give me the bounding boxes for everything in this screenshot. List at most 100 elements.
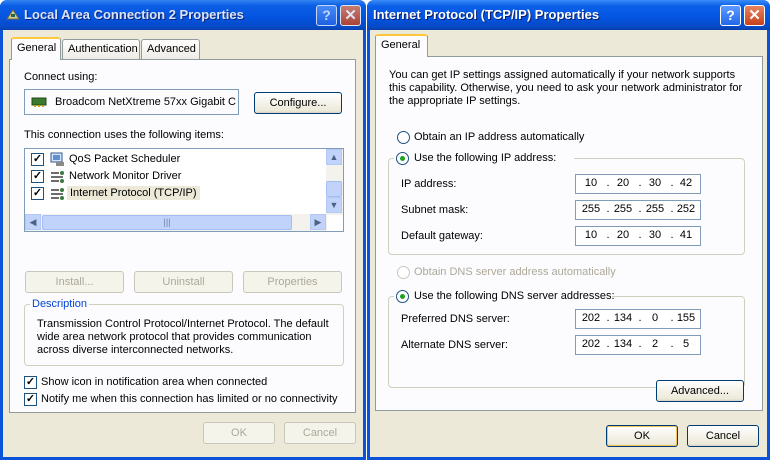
- default-gateway-label: Default gateway:: [401, 230, 483, 242]
- preferred-dns-label: Preferred DNS server:: [401, 313, 510, 325]
- octet-1: 255: [581, 203, 601, 215]
- intro-line: the appropriate IP settings.: [389, 95, 521, 107]
- left-window-title: Local Area Connection 2 Properties: [24, 7, 244, 22]
- use-following-ip-label: Use the following IP address:: [414, 152, 557, 164]
- adapter-field: Broadcom NetXtreme 57xx Gigabit C: [24, 89, 239, 115]
- subnet-mask-input[interactable]: 255. 255. 255. 252: [575, 200, 701, 220]
- octet-3: 30: [648, 229, 662, 241]
- network-connection-icon: [6, 8, 20, 20]
- octet-3: 30: [648, 177, 662, 189]
- octet-2: 255: [613, 203, 633, 215]
- properties-button[interactable]: Properties: [243, 271, 342, 293]
- show-icon-checkbox[interactable]: ✓: [24, 376, 37, 389]
- octet-3: 255: [645, 203, 665, 215]
- right-client-area: General You can get IP settings assigned…: [370, 30, 767, 457]
- obtain-dns-auto-label: Obtain DNS server address automatically: [414, 266, 616, 278]
- alternate-dns-input[interactable]: 202. 134. 2. 5: [575, 335, 701, 355]
- show-icon-label: Show icon in notification area when conn…: [41, 376, 268, 388]
- default-gateway-input[interactable]: 10. 20. 30. 41: [575, 226, 701, 246]
- hscroll-thumb[interactable]: |||: [42, 215, 292, 230]
- list-item[interactable]: ✓ QoS Packet Scheduler: [31, 151, 321, 168]
- ok-button[interactable]: OK: [203, 422, 275, 444]
- octet-1: 10: [584, 229, 598, 241]
- right-titlebar[interactable]: Internet Protocol (TCP/IP) Properties ? …: [367, 0, 770, 30]
- subnet-mask-label: Subnet mask:: [401, 204, 469, 216]
- obtain-ip-auto-label: Obtain an IP address automatically: [414, 131, 585, 143]
- description-line: Transmission Control Protocol/Internet P…: [37, 318, 329, 330]
- tab-general[interactable]: General: [375, 34, 428, 57]
- use-following-dns-option: Use the following DNS server addresses:: [394, 289, 615, 304]
- description-line: wide area network protocol that provides…: [37, 331, 312, 343]
- use-following-ip-option: Use the following IP address:: [394, 151, 574, 166]
- list-item-label-selected: Internet Protocol (TCP/IP): [67, 186, 200, 200]
- alternate-dns-label: Alternate DNS server:: [401, 339, 508, 351]
- item-checkbox[interactable]: ✓: [31, 170, 44, 183]
- scroll-up-button[interactable]: ▲: [326, 149, 342, 165]
- advanced-button[interactable]: Advanced...: [656, 380, 744, 402]
- horizontal-scrollbar[interactable]: ◀ ||| ▶: [25, 214, 327, 231]
- list-item-label: QoS Packet Scheduler: [69, 153, 181, 165]
- uninstall-button[interactable]: Uninstall: [134, 271, 233, 293]
- octet-2: 134: [613, 338, 633, 350]
- ok-button[interactable]: OK: [606, 425, 678, 447]
- cancel-button[interactable]: Cancel: [284, 422, 356, 444]
- list-item[interactable]: ✓ Network Monitor Driver: [31, 168, 321, 185]
- use-following-dns-radio[interactable]: [396, 290, 409, 303]
- ip-address-input[interactable]: 10. 20. 30. 42: [575, 174, 701, 194]
- network-protocol-icon: [50, 171, 66, 183]
- octet-1: 202: [581, 312, 601, 324]
- vertical-scrollbar[interactable]: ▲ ▼: [326, 149, 343, 215]
- help-button[interactable]: ?: [720, 5, 741, 26]
- left-titlebar[interactable]: Local Area Connection 2 Properties ? ✕: [0, 0, 366, 30]
- octet-3: 0: [651, 312, 659, 324]
- octet-4: 42: [679, 177, 693, 189]
- left-properties-window: Local Area Connection 2 Properties ? ✕ G…: [0, 0, 366, 460]
- tab-general[interactable]: General: [11, 37, 61, 60]
- components-list[interactable]: ✓ QoS Packet Scheduler ✓ Network Monitor…: [24, 148, 344, 232]
- use-following-dns-label: Use the following DNS server addresses:: [414, 290, 615, 302]
- scroll-down-button[interactable]: ▼: [326, 197, 342, 213]
- left-client-area: General Authentication Advanced Connect …: [3, 30, 363, 457]
- obtain-ip-auto-radio[interactable]: [397, 131, 410, 144]
- obtain-dns-auto-radio[interactable]: [397, 266, 410, 279]
- network-protocol-icon: [50, 188, 66, 200]
- octet-4: 252: [676, 203, 696, 215]
- octet-2: 20: [616, 177, 630, 189]
- item-checkbox[interactable]: ✓: [31, 153, 44, 166]
- list-item[interactable]: ✓ Internet Protocol (TCP/IP): [31, 185, 321, 202]
- octet-2: 20: [616, 229, 630, 241]
- octet-4: 155: [676, 312, 696, 324]
- octet-1: 202: [581, 338, 601, 350]
- network-card-icon: [31, 96, 47, 108]
- close-button[interactable]: ✕: [340, 5, 361, 26]
- tab-advanced[interactable]: Advanced: [141, 39, 200, 60]
- item-checkbox[interactable]: ✓: [31, 187, 44, 200]
- notify-label: Notify me when this connection has limit…: [41, 393, 338, 405]
- scroll-right-button[interactable]: ▶: [310, 214, 326, 230]
- description-label: Description: [30, 298, 90, 310]
- octet-2: 134: [613, 312, 633, 324]
- adapter-name: Broadcom NetXtreme 57xx Gigabit C: [55, 96, 236, 108]
- scroll-thumb[interactable]: [326, 181, 342, 197]
- tab-authentication[interactable]: Authentication: [62, 39, 140, 60]
- intro-text: You can get IP settings assigned automat…: [389, 69, 742, 108]
- intro-line: this capability. Otherwise, you need to …: [389, 82, 743, 94]
- close-button[interactable]: ✕: [744, 5, 765, 26]
- connect-using-label: Connect using:: [24, 71, 98, 83]
- octet-4: 5: [682, 338, 690, 350]
- cancel-button[interactable]: Cancel: [687, 425, 759, 447]
- right-window-title: Internet Protocol (TCP/IP) Properties: [373, 7, 600, 22]
- notify-checkbox[interactable]: ✓: [24, 393, 37, 406]
- use-following-ip-radio[interactable]: [396, 152, 409, 165]
- general-tab-panel: You can get IP settings assigned automat…: [375, 56, 763, 411]
- scroll-left-button[interactable]: ◀: [25, 214, 41, 230]
- description-text: Transmission Control Protocol/Internet P…: [37, 318, 329, 357]
- items-label: This connection uses the following items…: [24, 129, 224, 141]
- help-button[interactable]: ?: [316, 5, 337, 26]
- preferred-dns-input[interactable]: 202. 134. 0. 155: [575, 309, 701, 329]
- octet-1: 10: [584, 177, 598, 189]
- octet-3: 2: [651, 338, 659, 350]
- configure-button[interactable]: Configure...: [254, 92, 342, 114]
- description-line: across diverse interconnected networks.: [37, 344, 234, 356]
- install-button[interactable]: Install...: [25, 271, 124, 293]
